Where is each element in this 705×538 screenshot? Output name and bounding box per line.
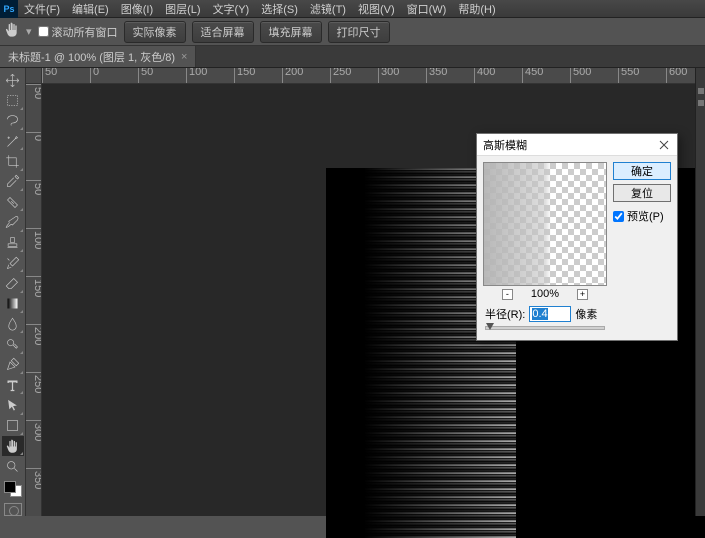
close-icon[interactable]: × <box>181 51 187 63</box>
path-select-tool[interactable] <box>2 395 24 415</box>
menu-file[interactable]: 文件(F) <box>18 1 66 17</box>
radius-unit: 像素 <box>575 306 597 322</box>
menu-layer[interactable]: 图层(L) <box>159 1 206 17</box>
zoom-tool[interactable] <box>2 456 24 476</box>
dock-icon[interactable] <box>698 88 704 94</box>
crop-tool[interactable] <box>2 151 24 171</box>
menu-window[interactable]: 窗口(W) <box>401 1 453 17</box>
zoom-in-button[interactable]: + <box>577 289 588 300</box>
eyedropper-tool[interactable] <box>2 172 24 192</box>
hand-tool[interactable] <box>2 436 24 456</box>
dock-icon[interactable] <box>698 100 704 106</box>
quickmask-button[interactable] <box>4 503 22 516</box>
marquee-tool[interactable] <box>2 90 24 110</box>
radius-label: 半径(R): <box>485 306 525 322</box>
options-bar: ▾ 滚动所有窗口 实际像素 适合屏幕 填充屏幕 打印尺寸 <box>0 18 705 46</box>
document-tabs: 未标题-1 @ 100% (图层 1, 灰色/8) × <box>0 46 705 68</box>
heal-tool[interactable] <box>2 192 24 212</box>
blur-tool[interactable] <box>2 314 24 334</box>
filter-preview[interactable] <box>483 162 607 286</box>
history-brush-tool[interactable] <box>2 253 24 273</box>
panel-dock[interactable] <box>695 68 705 516</box>
shape-tool[interactable] <box>2 416 24 436</box>
hand-icon <box>4 22 20 41</box>
scroll-all-label: 滚动所有窗口 <box>52 24 118 40</box>
menu-bar: Ps 文件(F) 编辑(E) 图像(I) 图层(L) 文字(Y) 选择(S) 滤… <box>0 0 705 18</box>
dropdown-icon[interactable]: ▾ <box>26 25 32 38</box>
dialog-titlebar[interactable]: 高斯模糊 <box>477 134 677 156</box>
print-size-button[interactable]: 打印尺寸 <box>328 21 390 43</box>
ok-button[interactable]: 确定 <box>613 162 671 180</box>
dialog-title: 高斯模糊 <box>483 137 527 153</box>
menu-select[interactable]: 选择(S) <box>255 1 304 17</box>
menu-view[interactable]: 视图(V) <box>352 1 401 17</box>
vertical-ruler: 50050100150200250300350400 <box>26 84 42 516</box>
scroll-all-checkbox[interactable]: 滚动所有窗口 <box>38 24 118 40</box>
pen-tool[interactable] <box>2 355 24 375</box>
menu-image[interactable]: 图像(I) <box>115 1 159 17</box>
document-tab[interactable]: 未标题-1 @ 100% (图层 1, 灰色/8) × <box>0 46 196 67</box>
tools-panel <box>0 68 26 516</box>
color-swatch[interactable] <box>2 479 24 499</box>
actual-pixels-button[interactable]: 实际像素 <box>124 21 186 43</box>
ruler-origin <box>26 68 42 84</box>
cancel-button[interactable]: 复位 <box>613 184 671 202</box>
gradient-tool[interactable] <box>2 294 24 314</box>
lasso-tool[interactable] <box>2 111 24 131</box>
radius-slider[interactable] <box>485 326 605 330</box>
magic-wand-tool[interactable] <box>2 131 24 151</box>
move-tool[interactable] <box>2 70 24 90</box>
menu-help[interactable]: 帮助(H) <box>452 1 501 17</box>
fit-screen-button[interactable]: 适合屏幕 <box>192 21 254 43</box>
radius-input[interactable] <box>529 306 571 322</box>
type-tool[interactable] <box>2 375 24 395</box>
close-icon[interactable] <box>657 138 671 152</box>
fill-screen-button[interactable]: 填充屏幕 <box>260 21 322 43</box>
menu-edit[interactable]: 编辑(E) <box>66 1 115 17</box>
tab-title: 未标题-1 @ 100% (图层 1, 灰色/8) <box>8 49 175 65</box>
zoom-out-button[interactable]: - <box>502 289 513 300</box>
menu-filter[interactable]: 滤镜(T) <box>304 1 352 17</box>
eraser-tool[interactable] <box>2 273 24 293</box>
stamp-tool[interactable] <box>2 233 24 253</box>
preview-checkbox[interactable]: 预览(P) <box>613 208 671 224</box>
gaussian-blur-dialog: 高斯模糊 - 100% + 确定 复位 预览(P) 半径(R): 像素 <box>476 133 678 341</box>
app-logo: Ps <box>0 0 18 18</box>
slider-thumb[interactable] <box>486 323 494 330</box>
dodge-tool[interactable] <box>2 334 24 354</box>
zoom-level: 100% <box>531 288 559 300</box>
horizontal-ruler: 50050100150200250300350400450500550600 <box>42 68 705 84</box>
menu-type[interactable]: 文字(Y) <box>207 1 256 17</box>
brush-tool[interactable] <box>2 212 24 232</box>
preview-label: 预览(P) <box>627 208 664 224</box>
